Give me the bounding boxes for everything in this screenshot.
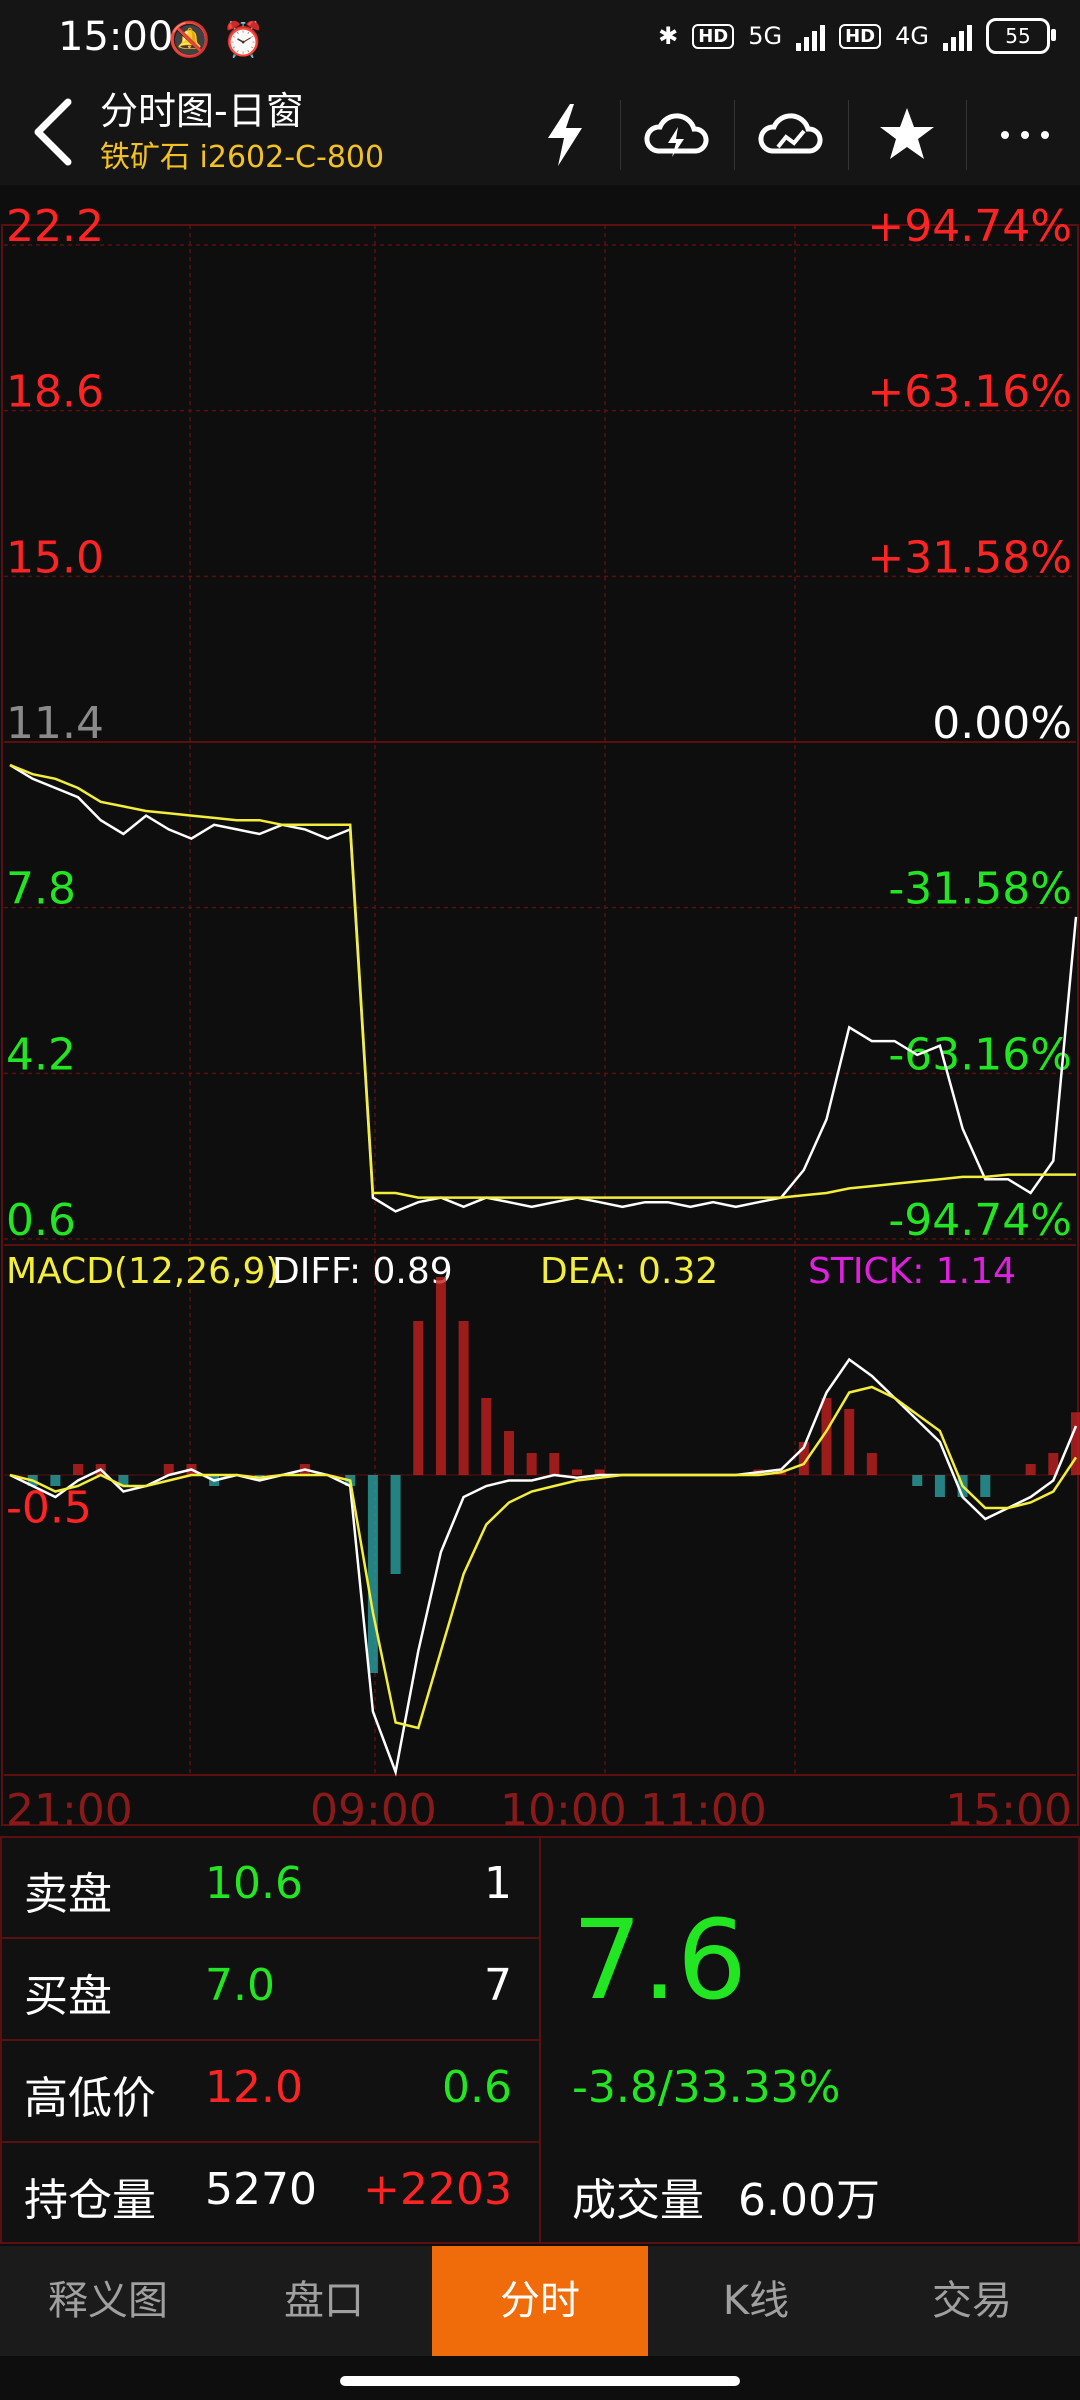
header-divider — [848, 100, 849, 170]
quote-panel: 卖盘 10.6 1 买盘 7.0 7 高低价 12.0 0.6 持仓量 5270… — [0, 1836, 1080, 2244]
price-axis-label: 0.6 — [6, 1195, 76, 1246]
last-price: 7.6 — [572, 1896, 747, 2024]
price-axis-label: 7.8 — [6, 864, 76, 915]
status-time: 15:00 — [58, 14, 174, 60]
price-axis-label: 22.2 — [6, 201, 104, 252]
time-axis-label: 11:00 — [640, 1785, 767, 1836]
price-axis-label: 4.2 — [6, 1029, 76, 1080]
tab-definition-chart[interactable]: 释义图 — [0, 2246, 216, 2356]
status-icons: ✱ HD 5G HD 4G 55 — [658, 18, 1056, 54]
header-divider — [620, 100, 621, 170]
percent-axis-label: +94.74% — [867, 201, 1072, 252]
time-axis-label: 09:00 — [310, 1785, 437, 1836]
contract-subtitle: 铁矿石 i2602-C-800 — [100, 140, 385, 175]
back-arrow-icon — [34, 98, 72, 166]
percent-axis-label: -31.58% — [888, 864, 1072, 915]
buy-price: 7.0 — [205, 1960, 275, 2011]
bluetooth-icon: ✱ — [658, 22, 679, 50]
more-icon — [1001, 131, 1049, 139]
hd-badge-1: HD — [692, 23, 735, 49]
time-axis-label: 15:00 — [945, 1785, 1072, 1836]
macd-label: MACD(12,26,9) — [6, 1251, 279, 1292]
price-line — [9, 763, 1078, 1213]
macd-axis-label: -0.5 — [6, 1483, 92, 1534]
buy-volume: 7 — [484, 1960, 512, 2011]
percent-axis-label: +63.16% — [867, 367, 1072, 418]
percent-axis-label: +31.58% — [867, 532, 1072, 583]
time-axis-label: 21:00 — [6, 1785, 133, 1836]
macd-dea-line — [9, 1385, 1078, 1730]
home-indicator[interactable] — [340, 2376, 740, 2386]
favorite-button[interactable] — [862, 90, 952, 180]
open-interest-value: 5270 — [205, 2164, 317, 2215]
open-interest-label: 持仓量 — [24, 2175, 156, 2226]
signal-icon-2 — [943, 21, 972, 51]
price-axis-label: 11.4 — [6, 698, 104, 749]
page-title: 分时图-日窗 — [100, 89, 304, 133]
star-icon — [880, 108, 934, 159]
mute-icon: 🔕 — [168, 20, 211, 60]
net-5g-label: 5G — [748, 22, 783, 50]
alarm-icon: ⏰ — [222, 20, 265, 60]
header-divider — [734, 100, 735, 170]
sell-label: 卖盘 — [24, 1869, 112, 1920]
cloud-lightning-icon — [644, 113, 709, 157]
more-button[interactable] — [980, 90, 1070, 180]
chart-frame — [1, 224, 1079, 1826]
status-bar: 15:00 🔕 ⏰ ✱ HD 5G HD 4G 55 — [0, 0, 1080, 80]
price-axis-label: 18.6 — [6, 367, 104, 418]
signal-icon-1 — [796, 21, 826, 51]
open-interest-change: +2203 — [363, 2164, 512, 2215]
tab-intraday[interactable]: 分时 — [432, 2246, 648, 2356]
flash-order-button[interactable] — [520, 90, 610, 180]
cloud-chart-icon — [758, 113, 823, 154]
volume-label: 成交量 — [572, 2175, 704, 2226]
chart-canvas: 22.2 +94.74% 18.6 +63.16% 15.0 +31.58% 11.4 0.0… — [1, 201, 1080, 1836]
tab-kline[interactable]: K线 — [648, 2246, 864, 2356]
tab-order-book[interactable]: 盘口 — [216, 2246, 432, 2356]
tab-trade[interactable]: 交易 — [864, 2246, 1080, 2356]
header-divider — [966, 100, 967, 170]
time-axis-label: 10:00 — [500, 1785, 627, 1836]
percent-axis-label: 0.00% — [932, 698, 1072, 749]
high-low-label: 高低价 — [24, 2073, 156, 2124]
price-axis-label: 15.0 — [6, 532, 104, 583]
low-price: 0.6 — [442, 2062, 512, 2113]
cloud-chart-button[interactable] — [746, 90, 836, 180]
app-header: 分时图-日窗 铁矿石 i2602-C-800 — [0, 80, 1080, 185]
bottom-tab-bar: 释义图 盘口 分时 K线 交易 — [0, 2246, 1080, 2356]
sell-price: 10.6 — [205, 1858, 303, 1909]
battery-icon: 55 — [986, 18, 1056, 54]
quote-grid — [0, 1836, 1080, 2244]
percent-axis-label: -94.74% — [888, 1195, 1072, 1246]
back-button[interactable] — [26, 92, 86, 172]
cloud-sync-button[interactable] — [632, 90, 722, 180]
intraday-chart[interactable]: 22.2 +94.74% 18.6 +63.16% 15.0 +31.58% 11.4 0.0… — [0, 185, 1080, 1836]
macd-dea-value: DEA: 0.32 — [540, 1251, 718, 1292]
volume-value: 6.00万 — [738, 2175, 880, 2226]
hd-badge-2: HD — [839, 23, 882, 49]
macd-diff-value: DIFF: 0.89 — [272, 1251, 453, 1292]
buy-label: 买盘 — [24, 1971, 112, 2022]
macd-stick-value: STICK: 1.14 — [808, 1251, 1016, 1292]
net-4g-label: 4G — [895, 22, 929, 50]
price-change: -3.8/33.33% — [572, 2062, 841, 2113]
macd-diff-line — [9, 1357, 1078, 1777]
high-price: 12.0 — [205, 2062, 303, 2113]
sell-volume: 1 — [484, 1858, 512, 1909]
lightning-icon — [548, 104, 582, 166]
